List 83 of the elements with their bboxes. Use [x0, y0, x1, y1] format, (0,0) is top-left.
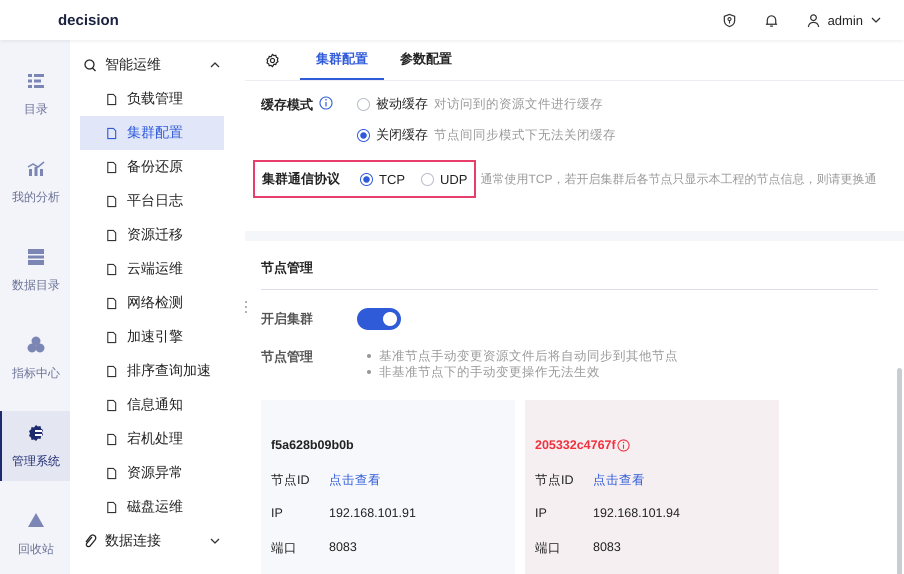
document-icon	[105, 296, 118, 310]
option-hint: 节点间同步模式下无法关闭缓存	[434, 126, 616, 144]
radio-option[interactable]: UDP	[421, 172, 468, 186]
info-icon[interactable]	[616, 438, 630, 452]
document-icon	[105, 92, 118, 106]
field-value: 8083	[329, 540, 357, 554]
field-value: 8083	[593, 540, 621, 554]
option-hint: 通常使用TCP，若开启集群后各节点只显示本工程的节点信息，则请更换通	[480, 170, 876, 188]
gear-icon	[26, 422, 46, 442]
field-label: 节点ID	[271, 472, 310, 489]
rail-item[interactable]: 数据目录	[0, 235, 70, 305]
menu-item[interactable]: 资源迁移	[80, 218, 224, 252]
bell-icon[interactable]	[764, 12, 779, 28]
info-icon[interactable]	[319, 96, 333, 110]
menu-group[interactable]: 数据连接	[70, 524, 225, 558]
menu-item[interactable]: 信息通知	[80, 388, 224, 422]
menu-item[interactable]: 加速引擎	[80, 320, 224, 354]
radio-option[interactable]: 关闭缓存	[357, 126, 428, 144]
document-icon	[105, 262, 118, 276]
radio-button[interactable]	[357, 98, 370, 110]
radio-button[interactable]	[360, 172, 373, 186]
toggle-switch[interactable]	[357, 308, 401, 330]
document-icon	[105, 194, 118, 208]
document-icon	[105, 500, 118, 514]
view-link[interactable]: 点击查看	[329, 472, 381, 489]
radio-option[interactable]: 被动缓存	[357, 95, 428, 113]
bullet-icon	[367, 354, 371, 358]
field-value: 192.168.101.91	[329, 506, 416, 520]
menu-item[interactable]: 宕机处理	[80, 422, 224, 456]
field-label: 缓存模式	[261, 96, 313, 114]
section-title: 节点管理	[261, 259, 314, 277]
document-icon	[105, 228, 118, 242]
document-icon	[105, 160, 118, 174]
radio-option[interactable]: TCP	[360, 172, 405, 186]
field-label: 集群通信协议	[262, 170, 340, 188]
rail-item[interactable]: 指标中心	[0, 323, 70, 393]
rail-item[interactable]: 回收站	[0, 499, 70, 569]
note-item: 基准节点手动变更资源文件后将自动同步到其他节点	[379, 348, 678, 364]
chart-icon	[26, 158, 46, 178]
menu-item[interactable]: 资源异常	[80, 456, 224, 490]
rail-item[interactable]: 管理系统	[0, 411, 70, 481]
field-label: IP	[271, 506, 284, 520]
user-icon	[806, 12, 821, 28]
document-icon	[105, 466, 118, 480]
field-value: 192.168.101.94	[593, 506, 680, 520]
menu-item[interactable]: 云端运维	[80, 252, 224, 286]
node-name: 205332c4767f	[535, 438, 616, 452]
document-icon	[105, 398, 118, 412]
menu-item[interactable]: 磁盘运维	[80, 490, 224, 524]
rail-item[interactable]: 目录	[0, 59, 70, 129]
view-link[interactable]: 点击查看	[593, 472, 645, 489]
cubes-icon	[26, 334, 46, 354]
radio-button[interactable]	[357, 128, 370, 142]
document-icon	[105, 126, 118, 140]
rail-item[interactable]: 我的分析	[0, 147, 70, 217]
scrollbar-thumb[interactable]	[897, 368, 902, 574]
document-icon	[105, 364, 118, 378]
tab[interactable]: 参数配置	[384, 40, 468, 80]
app-logo: decision	[58, 12, 119, 28]
document-icon	[105, 330, 118, 344]
field-label: IP	[535, 506, 548, 520]
menu-item[interactable]: 平台日志	[80, 184, 224, 218]
menu-item[interactable]: 集群配置	[80, 116, 224, 150]
radio-button[interactable]	[421, 172, 434, 186]
menu-item[interactable]: 负载管理	[80, 82, 224, 116]
menu-item[interactable]: 排序查询加速	[80, 354, 224, 388]
menu-item[interactable]: 网络检测	[80, 286, 224, 320]
user-menu[interactable]: admin	[806, 12, 882, 28]
menu-group[interactable]: 智能运维	[70, 48, 225, 82]
database-icon	[26, 246, 46, 266]
option-hint: 对访问到的资源文件进行缓存	[434, 96, 603, 112]
settings-icon[interactable]	[265, 52, 280, 68]
node-name: f5a628b09b0b	[271, 438, 354, 452]
bullet-icon	[367, 370, 371, 374]
field-label: 开启集群	[261, 310, 314, 328]
field-label: 端口	[271, 540, 298, 557]
document-icon	[105, 432, 118, 446]
field-label: 节点ID	[535, 472, 574, 489]
paperclip-icon	[83, 534, 97, 548]
menu-item[interactable]: 备份还原	[80, 150, 224, 184]
field-label: 端口	[535, 540, 562, 557]
note-item: 非基准节点下的手动变更操作无法生效	[379, 364, 600, 380]
field-label: 节点管理	[261, 348, 314, 366]
